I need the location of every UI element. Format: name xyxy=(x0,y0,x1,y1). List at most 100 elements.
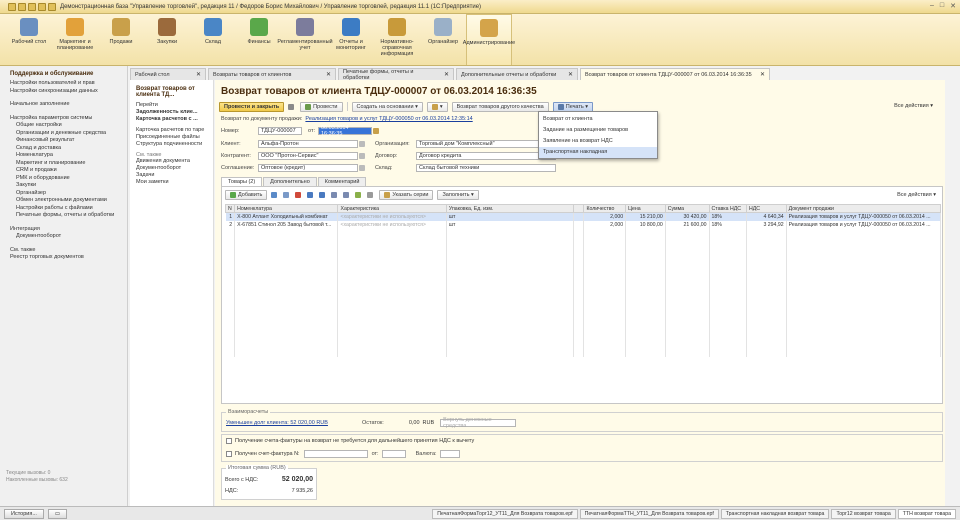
section-1[interactable]: Рабочий стол xyxy=(6,14,52,65)
column-header[interactable]: N xyxy=(224,204,236,213)
no-invoice-checkbox[interactable] xyxy=(226,438,232,444)
history-button[interactable]: История... xyxy=(4,508,44,519)
column-header[interactable]: НДС xyxy=(746,204,787,213)
tab-close-icon[interactable]: ✕ xyxy=(196,71,201,78)
move-up-icon[interactable] xyxy=(307,192,314,198)
tab-additional[interactable]: Дополнительно xyxy=(263,177,317,186)
sort-desc-icon[interactable] xyxy=(343,192,350,198)
sidebar-subitem[interactable]: Маркетинг и планирование xyxy=(10,160,127,168)
table-row[interactable]: 1 Х-800 Атлант Холодильный комбинат <харак… xyxy=(225,212,942,221)
sidebar-subitem[interactable]: Склад и доставка xyxy=(10,145,127,153)
nav-link[interactable]: Документооборот xyxy=(136,165,207,172)
copy-icon[interactable] xyxy=(271,192,278,198)
section-9[interactable]: Нормативно-справочная информация xyxy=(374,14,420,65)
sidebar-item[interactable]: Настройки синхронизации данных xyxy=(10,88,127,96)
taskbar-window[interactable]: ТТН возврат товара xyxy=(897,509,956,519)
barcode-icon[interactable] xyxy=(367,192,374,198)
date-field[interactable]: 06.03.2014 16:36:35 xyxy=(318,125,372,137)
add-row-button[interactable]: Добавить xyxy=(225,190,268,200)
print-menu-item[interactable]: Транспортная накладная xyxy=(539,147,657,158)
based-on-link[interactable]: Реализация товаров и услуг ТДЦУ-000050 о… xyxy=(305,116,472,122)
return-other-quality-button[interactable]: Возврат товаров другого качества xyxy=(451,101,549,112)
invoice-amount-field[interactable] xyxy=(439,450,460,458)
grid-all-actions-button[interactable]: Все действия ▾ xyxy=(897,192,936,198)
invoice-date-field[interactable] xyxy=(381,450,406,458)
structure-button[interactable]: ▾ xyxy=(426,101,448,112)
post-button[interactable]: Провести xyxy=(300,101,343,112)
tab-close-icon[interactable]: ✕ xyxy=(568,71,573,78)
nav-link[interactable]: Задачи xyxy=(136,172,207,179)
home-icon[interactable] xyxy=(38,2,46,11)
column-header[interactable]: Упаковка, Ед. изм. xyxy=(445,204,575,213)
print-menu-item[interactable]: Заявление на возврат НДС xyxy=(539,136,657,147)
move-down-icon[interactable] xyxy=(319,192,326,198)
section-7[interactable]: Регламентированный учет xyxy=(277,14,333,65)
print-menu-item[interactable]: Возврат от клиента xyxy=(539,114,657,125)
section-10[interactable]: Органайзер xyxy=(420,14,466,65)
sidebar-subitem[interactable]: РМК и оборудование xyxy=(10,175,127,183)
windows-button[interactable]: ▭ xyxy=(47,508,68,519)
edit-icon[interactable] xyxy=(283,192,290,198)
minimize-icon[interactable]: – xyxy=(930,2,934,10)
forward-icon[interactable] xyxy=(28,2,36,11)
find-icon[interactable] xyxy=(355,192,362,198)
post-and-close-button[interactable]: Провести и закрыть xyxy=(219,101,285,112)
nav-link[interactable]: Задолженность клие... xyxy=(136,109,207,116)
sidebar-item[interactable]: Реестр торговых документов xyxy=(10,254,127,262)
create-based-on-button[interactable]: Создать на основании ▾ xyxy=(351,101,423,112)
section-4[interactable]: Закупки xyxy=(144,14,190,65)
table-row[interactable]: 2 Х-67851 Стинол 205 Завод бытовой т... <х… xyxy=(225,220,942,229)
sidebar-subitem[interactable]: Номенклатура xyxy=(10,152,127,160)
contract-field[interactable]: Договор кредита xyxy=(416,152,556,160)
column-header[interactable]: Количество xyxy=(583,204,627,213)
choose-icon[interactable] xyxy=(359,141,365,147)
invoice-received-checkbox[interactable] xyxy=(226,451,232,457)
section-8[interactable]: Отчеты и мониторинг xyxy=(328,14,374,65)
nav-link[interactable]: Мои заметки xyxy=(136,179,207,186)
app-icon[interactable] xyxy=(8,2,16,11)
sidebar-item[interactable]: Настройка параметров системы xyxy=(10,115,127,123)
window-tab[interactable]: Печатные формы, отчеты и обработки ✕ xyxy=(338,68,454,81)
set-serials-button[interactable]: Указать серии xyxy=(379,190,434,200)
org-field[interactable]: Торговый дом "Комплексный" xyxy=(416,140,556,148)
sidebar-subitem[interactable]: Закупки xyxy=(10,182,127,190)
print-button[interactable]: Печать ▾ xyxy=(552,101,594,112)
all-actions-button[interactable]: Все действия ▾ xyxy=(894,103,933,109)
maximize-icon[interactable]: □ xyxy=(940,2,944,10)
warehouse-field[interactable]: Склад бытовой техники xyxy=(416,164,556,172)
taskbar-window[interactable]: Транспортная накладная возврат товара xyxy=(720,509,830,519)
star-icon[interactable] xyxy=(48,2,56,11)
tab-close-icon[interactable]: ✕ xyxy=(760,71,765,78)
debt-link[interactable]: Уменьшен долг клиента: 52 020,00 RUB xyxy=(226,420,328,426)
sidebar-subitem[interactable]: Общие настройки xyxy=(10,122,127,130)
window-tab[interactable]: Возврат товаров от клиента ТДЦУ-000007 о… xyxy=(580,68,770,80)
tab-comment[interactable]: Комментарий xyxy=(317,177,367,186)
fill-button[interactable]: Заполнить ▾ xyxy=(437,190,479,200)
column-header[interactable]: Документ продажи xyxy=(785,204,942,213)
invoice-number-field[interactable] xyxy=(303,450,368,458)
nav-link[interactable]: Карточка расчетов с ... xyxy=(136,116,207,123)
sidebar-item[interactable]: Настройки пользователей и прав xyxy=(10,80,127,88)
sidebar-subitem[interactable]: Финансовый результат xyxy=(10,137,127,145)
tab-close-icon[interactable]: ✕ xyxy=(326,71,331,78)
section-6[interactable]: Финансы xyxy=(236,14,282,65)
window-tab[interactable]: Возвраты товаров от клиентов ✕ xyxy=(208,68,336,80)
section-11[interactable]: Администрирование xyxy=(463,14,515,65)
sidebar-subitem[interactable]: CRM и продажи xyxy=(10,167,127,175)
choose-icon[interactable] xyxy=(359,165,365,171)
save-icon[interactable] xyxy=(288,103,295,110)
column-header[interactable] xyxy=(573,204,585,213)
sidebar-subitem[interactable]: Настройки работы с файлами xyxy=(10,205,127,213)
tab-close-icon[interactable]: ✕ xyxy=(444,71,449,78)
sidebar-subitem[interactable]: Организации и денежные средства xyxy=(10,130,127,138)
refund-field[interactable]: Вернуть денежные средства xyxy=(440,417,517,429)
sidebar-item[interactable]: Документооборот xyxy=(10,233,127,241)
window-tab[interactable]: Дополнительные отчеты и обработки ✕ xyxy=(456,68,578,80)
print-menu-item[interactable]: Задание на размещение товаров xyxy=(539,125,657,136)
number-field[interactable]: ТДЦУ-000007 xyxy=(258,127,302,135)
sidebar-subitem[interactable]: Органайзер xyxy=(10,190,127,198)
column-header[interactable]: Цена xyxy=(625,204,666,213)
taskbar-window[interactable]: ПечатнаяФормаТТН_УТ11_Для Возврата товар… xyxy=(579,509,719,519)
tab-goods[interactable]: Товары (2) xyxy=(221,177,263,186)
calendar-icon[interactable] xyxy=(373,128,379,134)
